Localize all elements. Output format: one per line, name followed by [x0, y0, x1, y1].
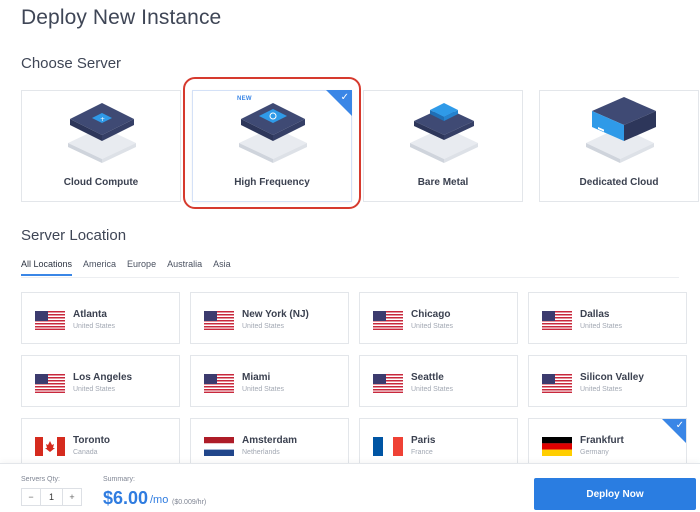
qty-label: Servers Qty: [21, 476, 60, 483]
location-city: Seattle [411, 372, 444, 383]
server-label: Bare Metal [417, 177, 469, 188]
location-city: Amsterdam [242, 435, 298, 446]
location-card-new-york[interactable]: New York (NJ) United States [190, 292, 349, 344]
location-country: United States [411, 323, 454, 330]
qty-value[interactable]: 1 [40, 489, 63, 505]
location-city: Miami [242, 372, 271, 383]
page-title: Deploy New Instance [21, 6, 222, 29]
choose-server-heading: Choose Server [21, 55, 122, 72]
summary-per-month: /mo [150, 494, 169, 506]
location-card-silicon-valley[interactable]: Silicon Valley United States [528, 355, 687, 407]
location-country: Netherlands [242, 449, 280, 456]
tab-all-locations[interactable]: All Locations [21, 259, 73, 276]
summary-hourly: ($0.009/hr) [172, 499, 207, 506]
svg-text:+: + [100, 116, 105, 123]
germany-flag-icon [542, 437, 572, 456]
us-flag-icon [35, 311, 65, 330]
location-country: United States [242, 386, 285, 393]
location-city: Chicago [411, 309, 451, 320]
location-card-dallas[interactable]: Dallas United States [528, 292, 687, 344]
location-city: Los Angeles [73, 372, 133, 383]
selected-check-icon: ✓ [661, 419, 686, 444]
location-country: United States [73, 323, 116, 330]
location-country: United States [73, 386, 116, 393]
server-label: Cloud Compute [63, 177, 139, 188]
qty-increment-button[interactable]: + [63, 492, 81, 502]
location-city: Paris [411, 435, 436, 446]
location-city: Atlanta [73, 309, 107, 320]
location-card-miami[interactable]: Miami United States [190, 355, 349, 407]
location-city: New York (NJ) [242, 309, 309, 320]
tab-australia[interactable]: Australia [167, 259, 202, 276]
cloud-compute-icon: + [68, 103, 136, 163]
summary-price: $6.00 [103, 488, 149, 508]
tabs-divider [21, 277, 679, 278]
location-card-atlanta[interactable]: Atlanta United States [21, 292, 180, 344]
selection-highlight [183, 77, 361, 209]
location-city: Silicon Valley [580, 372, 644, 383]
qty-decrement-button[interactable]: − [22, 492, 40, 502]
deploy-now-button[interactable]: Deploy Now [534, 478, 696, 510]
server-location-heading: Server Location [21, 227, 127, 244]
tab-america[interactable]: America [83, 259, 116, 276]
us-flag-icon [35, 374, 65, 393]
location-country: Canada [73, 449, 98, 456]
location-country: United States [242, 323, 285, 330]
us-flag-icon [204, 311, 234, 330]
bare-metal-icon [410, 103, 478, 163]
location-card-seattle[interactable]: Seattle United States [359, 355, 518, 407]
tab-asia[interactable]: Asia [213, 259, 231, 276]
location-country: France [411, 449, 433, 456]
us-flag-icon [542, 374, 572, 393]
deploy-footer: Servers Qty: − 1 + Summary: $6.00 /mo ($… [0, 463, 700, 512]
server-label: Dedicated Cloud [579, 177, 659, 188]
server-card-dedicated-cloud[interactable]: Dedicated Cloud [539, 90, 699, 202]
location-country: United States [411, 386, 454, 393]
quantity-stepper: − 1 + [21, 488, 82, 506]
location-card-chicago[interactable]: Chicago United States [359, 292, 518, 344]
france-flag-icon [373, 437, 403, 456]
netherlands-flag-icon [204, 437, 234, 456]
location-card-los-angeles[interactable]: Los Angeles United States [21, 355, 180, 407]
tab-europe[interactable]: Europe [127, 259, 156, 276]
us-flag-icon [373, 311, 403, 330]
location-tabs: All Locations America Europe Australia A… [21, 259, 231, 276]
server-card-bare-metal[interactable]: Bare Metal [363, 90, 523, 202]
server-card-cloud-compute[interactable]: + Cloud Compute [21, 90, 181, 202]
dedicated-cloud-icon [586, 97, 656, 163]
location-city: Dallas [580, 309, 610, 320]
location-city: Toronto [73, 435, 111, 446]
location-city: Frankfurt [580, 435, 624, 446]
us-flag-icon [542, 311, 572, 330]
location-country: United States [580, 323, 623, 330]
canada-flag-icon [35, 437, 65, 456]
location-country: United States [580, 386, 623, 393]
us-flag-icon [373, 374, 403, 393]
summary-label: Summary: [103, 476, 135, 483]
us-flag-icon [204, 374, 234, 393]
location-country: Germany [580, 449, 609, 456]
